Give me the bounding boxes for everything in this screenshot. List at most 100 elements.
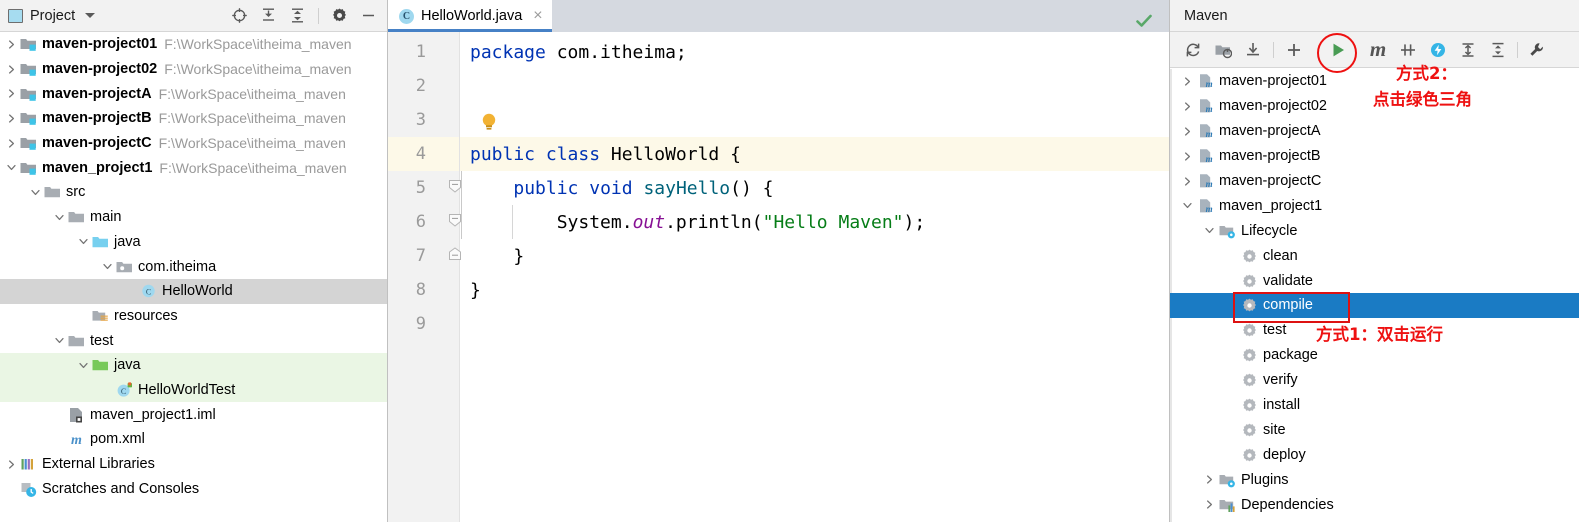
maven-tree-row[interactable]: Lifecycle — [1170, 218, 1579, 243]
project-tree-row[interactable]: maven-project01F:\WorkSpace\itheima_mave… — [0, 32, 387, 57]
code-line[interactable]: } — [460, 239, 1169, 273]
chevron-down-icon[interactable] — [54, 335, 65, 346]
chevron-right-icon[interactable] — [6, 88, 17, 99]
project-tree-row[interactable]: Scratches and Consoles — [0, 476, 387, 501]
gutter-line[interactable]: 2 — [388, 69, 459, 103]
maven-tree-row[interactable]: mmaven-projectC — [1170, 169, 1579, 194]
project-tree-row[interactable]: maven-projectCF:\WorkSpace\itheima_maven — [0, 131, 387, 156]
gutter-line[interactable]: 5 — [388, 171, 459, 205]
maven-tree-row[interactable]: clean — [1170, 243, 1579, 268]
editor-tab-helloworld[interactable]: C HelloWorld.java × — [388, 0, 552, 32]
project-tree-row[interactable]: CHelloWorldTest — [0, 378, 387, 403]
collapse-all-icon[interactable] — [1483, 35, 1513, 65]
add-maven-project-icon[interactable] — [1279, 35, 1309, 65]
maven-tree-row[interactable]: Dependencies — [1170, 492, 1579, 517]
project-tree-row[interactable]: maven-projectBF:\WorkSpace\itheima_maven — [0, 106, 387, 131]
chevron-right-icon[interactable] — [1204, 474, 1215, 485]
minimize-icon[interactable] — [360, 7, 377, 24]
project-tree-row[interactable]: External Libraries — [0, 452, 387, 477]
gutter-line[interactable]: 7 — [388, 239, 459, 273]
maven-tree-row[interactable]: mmaven_project1 — [1170, 193, 1579, 218]
inspection-check-ok-icon[interactable] — [1135, 12, 1153, 30]
chevron-right-icon[interactable] — [6, 39, 17, 50]
chevron-right-icon[interactable] — [6, 113, 17, 124]
maven-projects-tree[interactable]: mmaven-project01mmaven-project02mmaven-p… — [1170, 69, 1579, 522]
chevron-right-icon[interactable] — [6, 64, 17, 75]
gutter-line[interactable]: 3 — [388, 103, 459, 137]
chevron-right-icon[interactable] — [6, 138, 17, 149]
execute-maven-goal-icon[interactable]: m — [1363, 35, 1393, 65]
editor-body[interactable]: 123456789 package com.itheima; public cla… — [388, 32, 1169, 522]
chevron-down-icon[interactable] — [54, 212, 65, 223]
code-line[interactable]: package com.itheima; — [460, 35, 1169, 69]
project-tree-row[interactable]: main — [0, 205, 387, 230]
code-line[interactable] — [460, 69, 1169, 103]
project-tree-row[interactable]: maven_project1.iml — [0, 402, 387, 427]
editor-gutter[interactable]: 123456789 — [388, 32, 460, 522]
gutter-line[interactable]: 4 — [388, 137, 459, 171]
project-tree-row[interactable]: java — [0, 230, 387, 255]
chevron-right-icon[interactable] — [1182, 76, 1193, 87]
expand-all-icon[interactable] — [260, 7, 277, 24]
project-tree-row[interactable]: com.itheima — [0, 254, 387, 279]
project-tree-row[interactable]: java — [0, 353, 387, 378]
gutter-line[interactable]: 6 — [388, 205, 459, 239]
download-sources-icon[interactable] — [1238, 35, 1268, 65]
project-tree-row[interactable]: resources — [0, 304, 387, 329]
settings-gear-icon[interactable] — [331, 7, 348, 24]
chevron-right-icon[interactable] — [1182, 176, 1193, 187]
project-title-group[interactable]: Project — [8, 8, 95, 24]
code-line[interactable] — [460, 307, 1169, 341]
project-tree-row[interactable]: maven_project1F:\WorkSpace\itheima_maven — [0, 155, 387, 180]
chevron-right-icon[interactable] — [1204, 499, 1215, 510]
code-line[interactable]: System.out.println("Hello Maven"); — [460, 205, 1169, 239]
project-tree-row[interactable]: CHelloWorld — [0, 279, 387, 304]
gutter-line[interactable]: 9 — [388, 307, 459, 341]
collapse-all-icon[interactable] — [289, 7, 306, 24]
chevron-right-icon[interactable] — [6, 459, 17, 470]
maven-project-icon: m — [1197, 73, 1214, 89]
project-tree-row[interactable]: src — [0, 180, 387, 205]
code-line[interactable]: public void sayHello() { — [460, 171, 1169, 205]
project-tree-label: Scratches and Consoles — [42, 481, 199, 497]
chevron-down-icon[interactable] — [102, 261, 113, 272]
maven-tree-row[interactable]: Plugins — [1170, 467, 1579, 492]
maven-tree-row[interactable]: package — [1170, 343, 1579, 368]
chevron-right-icon[interactable] — [1182, 126, 1193, 137]
generate-sources-icon[interactable] — [1208, 35, 1238, 65]
locate-file-icon[interactable] — [231, 7, 248, 24]
maven-tree-row[interactable]: validate — [1170, 268, 1579, 293]
code-area[interactable]: package com.itheima; public class HelloWo… — [460, 32, 1169, 522]
chevron-down-icon[interactable] — [1182, 200, 1193, 211]
maven-tree-row[interactable]: site — [1170, 417, 1579, 442]
reload-all-projects-icon[interactable] — [1178, 35, 1208, 65]
expand-all-icon[interactable] — [1453, 35, 1483, 65]
code-line[interactable] — [460, 103, 1169, 137]
maven-settings-icon[interactable] — [1522, 35, 1552, 65]
gutter-line[interactable]: 1 — [388, 35, 459, 69]
project-file-tree[interactable]: maven-project01F:\WorkSpace\itheima_mave… — [0, 32, 387, 522]
gutter-line[interactable]: 8 — [388, 273, 459, 307]
chevron-down-icon[interactable] — [6, 162, 17, 173]
maven-tree-row[interactable]: mmaven-projectA — [1170, 119, 1579, 144]
maven-tree-row[interactable]: verify — [1170, 368, 1579, 393]
maven-tree-row[interactable]: install — [1170, 393, 1579, 418]
chevron-down-icon[interactable] — [85, 13, 95, 18]
maven-tree-row[interactable]: mmaven-projectB — [1170, 144, 1579, 169]
code-line[interactable]: } — [460, 273, 1169, 307]
project-tree-row[interactable]: maven-project02F:\WorkSpace\itheima_mave… — [0, 57, 387, 82]
project-tree-row[interactable]: mpom.xml — [0, 427, 387, 452]
close-icon[interactable]: × — [533, 8, 542, 24]
maven-tree-row[interactable]: deploy — [1170, 442, 1579, 467]
chevron-down-icon[interactable] — [1204, 225, 1215, 236]
chevron-down-icon[interactable] — [30, 187, 41, 198]
chevron-right-icon[interactable] — [1182, 101, 1193, 112]
intention-bulb-icon[interactable] — [480, 112, 498, 136]
chevron-down-icon[interactable] — [78, 236, 89, 247]
project-tree-row[interactable]: test — [0, 328, 387, 353]
chevron-right-icon[interactable] — [1182, 151, 1193, 162]
chevron-down-icon[interactable] — [78, 360, 89, 371]
maven-tree-row[interactable]: compile — [1170, 293, 1579, 318]
code-line[interactable]: public class HelloWorld { — [460, 137, 1169, 171]
project-tree-row[interactable]: maven-projectAF:\WorkSpace\itheima_maven — [0, 81, 387, 106]
